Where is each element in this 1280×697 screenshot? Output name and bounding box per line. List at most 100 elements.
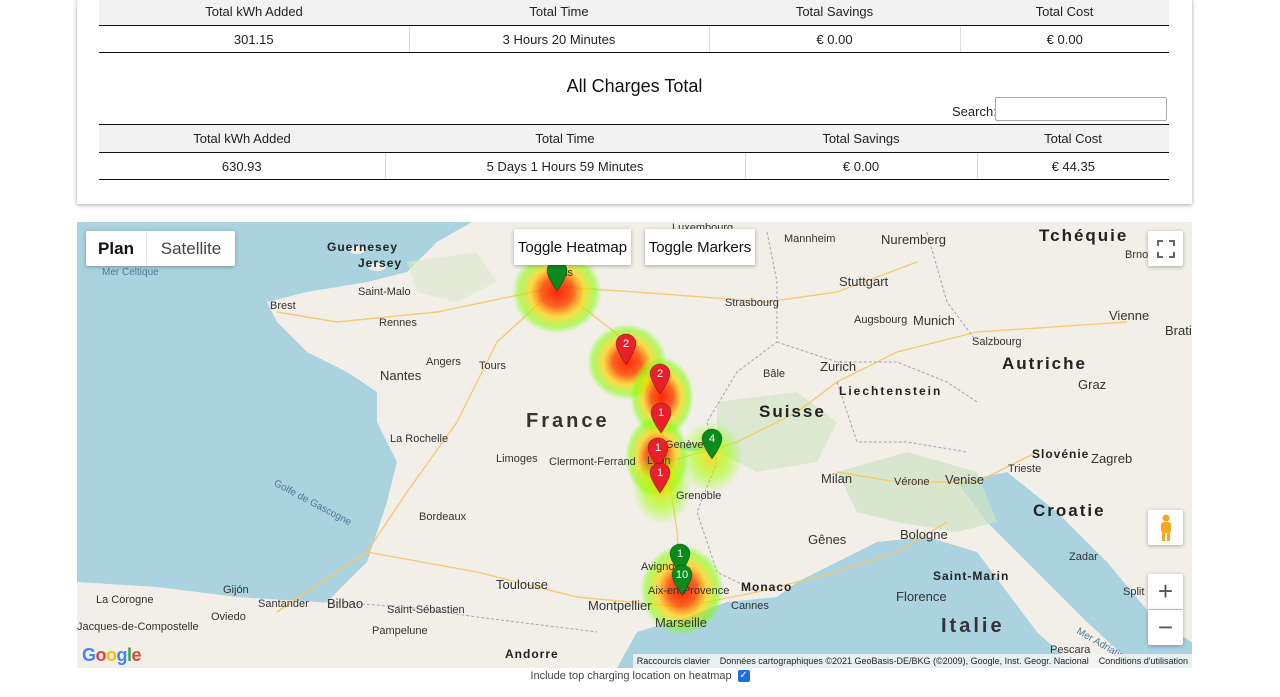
table-row: 630.93 5 Days 1 Hours 59 Minutes € 0.00 … [99, 152, 1169, 180]
toggle-heatmap-button[interactable]: Toggle Heatmap [514, 229, 631, 265]
map-label-gijon: Gijón [223, 584, 249, 596]
table-row: 301.15 3 Hours 20 Minutes € 0.00 € 0.00 [99, 25, 1169, 53]
totals-card: Total kWh Added Total Time Total Savings… [77, 0, 1192, 204]
col-header-cost: Total Cost [960, 0, 1169, 26]
map-label-nantes: Nantes [380, 368, 422, 383]
zoom-in-button[interactable]: + [1148, 574, 1183, 609]
map-label-cannes: Cannes [731, 600, 769, 612]
google-logo[interactable]: Google [82, 645, 142, 666]
map-label-trieste: Trieste [1008, 463, 1042, 475]
map-label-la-corogne: La Corogne [96, 594, 154, 606]
col-header-cost: Total Cost [977, 124, 1169, 153]
map-label-stuttgart: Stuttgart [839, 274, 889, 289]
map-label-bologne: Bologne [900, 527, 948, 542]
map-label-italie: Italie [941, 615, 1005, 637]
map-label-saint-sebastien: Saint-Sébastien [387, 604, 465, 616]
map-label-saint-malo: Saint-Malo [358, 286, 411, 298]
map-label-nuremberg: Nuremberg [881, 232, 947, 247]
map-label-verone: Vérone [894, 476, 930, 488]
map-label-graz: Graz [1078, 377, 1107, 392]
map-label-bale: Bâle [763, 368, 786, 380]
map-label-rennes: Rennes [379, 317, 417, 329]
cell-kwh: 301.15 [99, 25, 409, 53]
map-label-salzbourg: Salzbourg [972, 336, 1022, 348]
cell-savings: € 0.00 [744, 152, 977, 180]
charging-heatmap-map[interactable]: Guernesey Jersey Mer Celtique Saint-Malo… [77, 222, 1192, 668]
map-label-guernesey: Guernesey [327, 240, 399, 254]
map-label-augsbourg: Augsbourg [854, 314, 908, 326]
map-label-vienne: Vienne [1109, 308, 1150, 323]
map-label-strasbourg: Strasbourg [725, 297, 779, 309]
map-label-venise: Venise [945, 472, 985, 487]
map-label-bilbao: Bilbao [327, 596, 364, 611]
map-label-jersey: Jersey [358, 256, 403, 270]
map-label-bordeaux: Bordeaux [419, 511, 467, 523]
col-header-savings: Total Savings [709, 0, 960, 26]
map-label-marseille: Marseille [655, 615, 708, 630]
all-charges-totals-table: Total kWh Added Total Time Total Savings… [99, 124, 1169, 180]
heatmap-option-row: Include top charging location on heatmap… [0, 670, 1280, 682]
map-label-andorre: Andorre [505, 647, 559, 661]
map-label-bratislava: Brati [1165, 323, 1192, 338]
cell-savings: € 0.00 [708, 25, 960, 53]
map-label-split: Split [1123, 586, 1145, 598]
map-label-paris: Paris [548, 267, 574, 279]
map-label-liechtenstein: Liechtenstein [839, 384, 943, 398]
col-header-kwh: Total kWh Added [99, 124, 385, 153]
zoom-out-button[interactable]: − [1148, 610, 1183, 645]
map-label-avignon: Avignon [641, 561, 681, 573]
map-label-zagreb: Zagreb [1091, 451, 1133, 466]
map-label-suisse: Suisse [759, 402, 826, 421]
map-label-florence: Florence [896, 589, 947, 604]
map-label-croatie: Croatie [1033, 501, 1106, 520]
map-label-tcheque: Tchéquie [1039, 226, 1129, 245]
map-label-monaco: Monaco [741, 580, 793, 594]
map-label-angers: Angers [426, 356, 461, 368]
last-period-totals-table: Total kWh Added Total Time Total Savings… [99, 0, 1169, 53]
include-top-location-label: Include top charging location on heatmap [530, 670, 732, 682]
map-label-munich: Munich [913, 313, 955, 328]
map-label-grenoble: Grenoble [676, 490, 722, 502]
col-header-kwh: Total kWh Added [99, 0, 409, 26]
col-header-savings: Total Savings [745, 124, 977, 153]
map-label-oviedo: Oviedo [211, 611, 246, 623]
map-label-slovenie: Slovénie [1032, 447, 1090, 461]
map-type-control: Plan Satellite [86, 231, 235, 266]
search-input[interactable] [995, 97, 1167, 121]
fullscreen-icon [1156, 239, 1175, 258]
cell-cost: € 0.00 [959, 25, 1169, 53]
map-data-text: Données cartographiques ©2021 GeoBasis-D… [719, 656, 1089, 666]
map-label-genes: Gênes [808, 532, 847, 547]
terms-link[interactable]: Conditions d'utilisation [1099, 656, 1188, 666]
map-attribution: Raccourcis clavier Données cartographiqu… [632, 654, 1192, 668]
map-label-montpellier: Montpellier [588, 598, 652, 613]
fullscreen-button[interactable] [1148, 231, 1183, 266]
map-label-zurich: Zurich [820, 359, 857, 374]
map-label-france: France [526, 410, 610, 432]
map-label-tours: Tours [479, 360, 506, 372]
col-header-time: Total Time [409, 0, 709, 26]
col-header-time: Total Time [385, 124, 745, 153]
map-type-plan-button[interactable]: Plan [86, 231, 147, 266]
map-label-limoges: Limoges [496, 453, 538, 465]
include-top-location-checkbox[interactable]: ✓ [737, 670, 750, 682]
map-label-aix: Aix-en-Provence [648, 585, 730, 597]
map-label-zadar: Zadar [1069, 551, 1098, 563]
map-label-santander: Santander [258, 598, 309, 610]
toggle-markers-button[interactable]: Toggle Markers [645, 229, 755, 265]
cell-cost: € 44.35 [976, 152, 1169, 180]
map-label-brest: Brest [270, 300, 296, 312]
map-label-saint-jacques: Jacques-de-Compostelle [77, 621, 199, 633]
map-label-brno: Brno [1125, 249, 1149, 261]
street-view-pegman-button[interactable] [1148, 510, 1183, 545]
map-label-mer-celtique: Mer Celtique [102, 267, 159, 278]
map-label-mannheim: Mannheim [784, 233, 836, 245]
cell-time: 3 Hours 20 Minutes [408, 25, 709, 53]
map-type-satellite-button[interactable]: Satellite [147, 231, 235, 266]
cell-time: 5 Days 1 Hours 59 Minutes [384, 152, 745, 180]
keyboard-shortcuts-link[interactable]: Raccourcis clavier [637, 656, 710, 666]
search-label: Search: [952, 104, 997, 119]
map-label-toulouse: Toulouse [496, 577, 549, 592]
map-label-la-rochelle: La Rochelle [390, 433, 449, 445]
map-label-milan: Milan [821, 471, 853, 486]
